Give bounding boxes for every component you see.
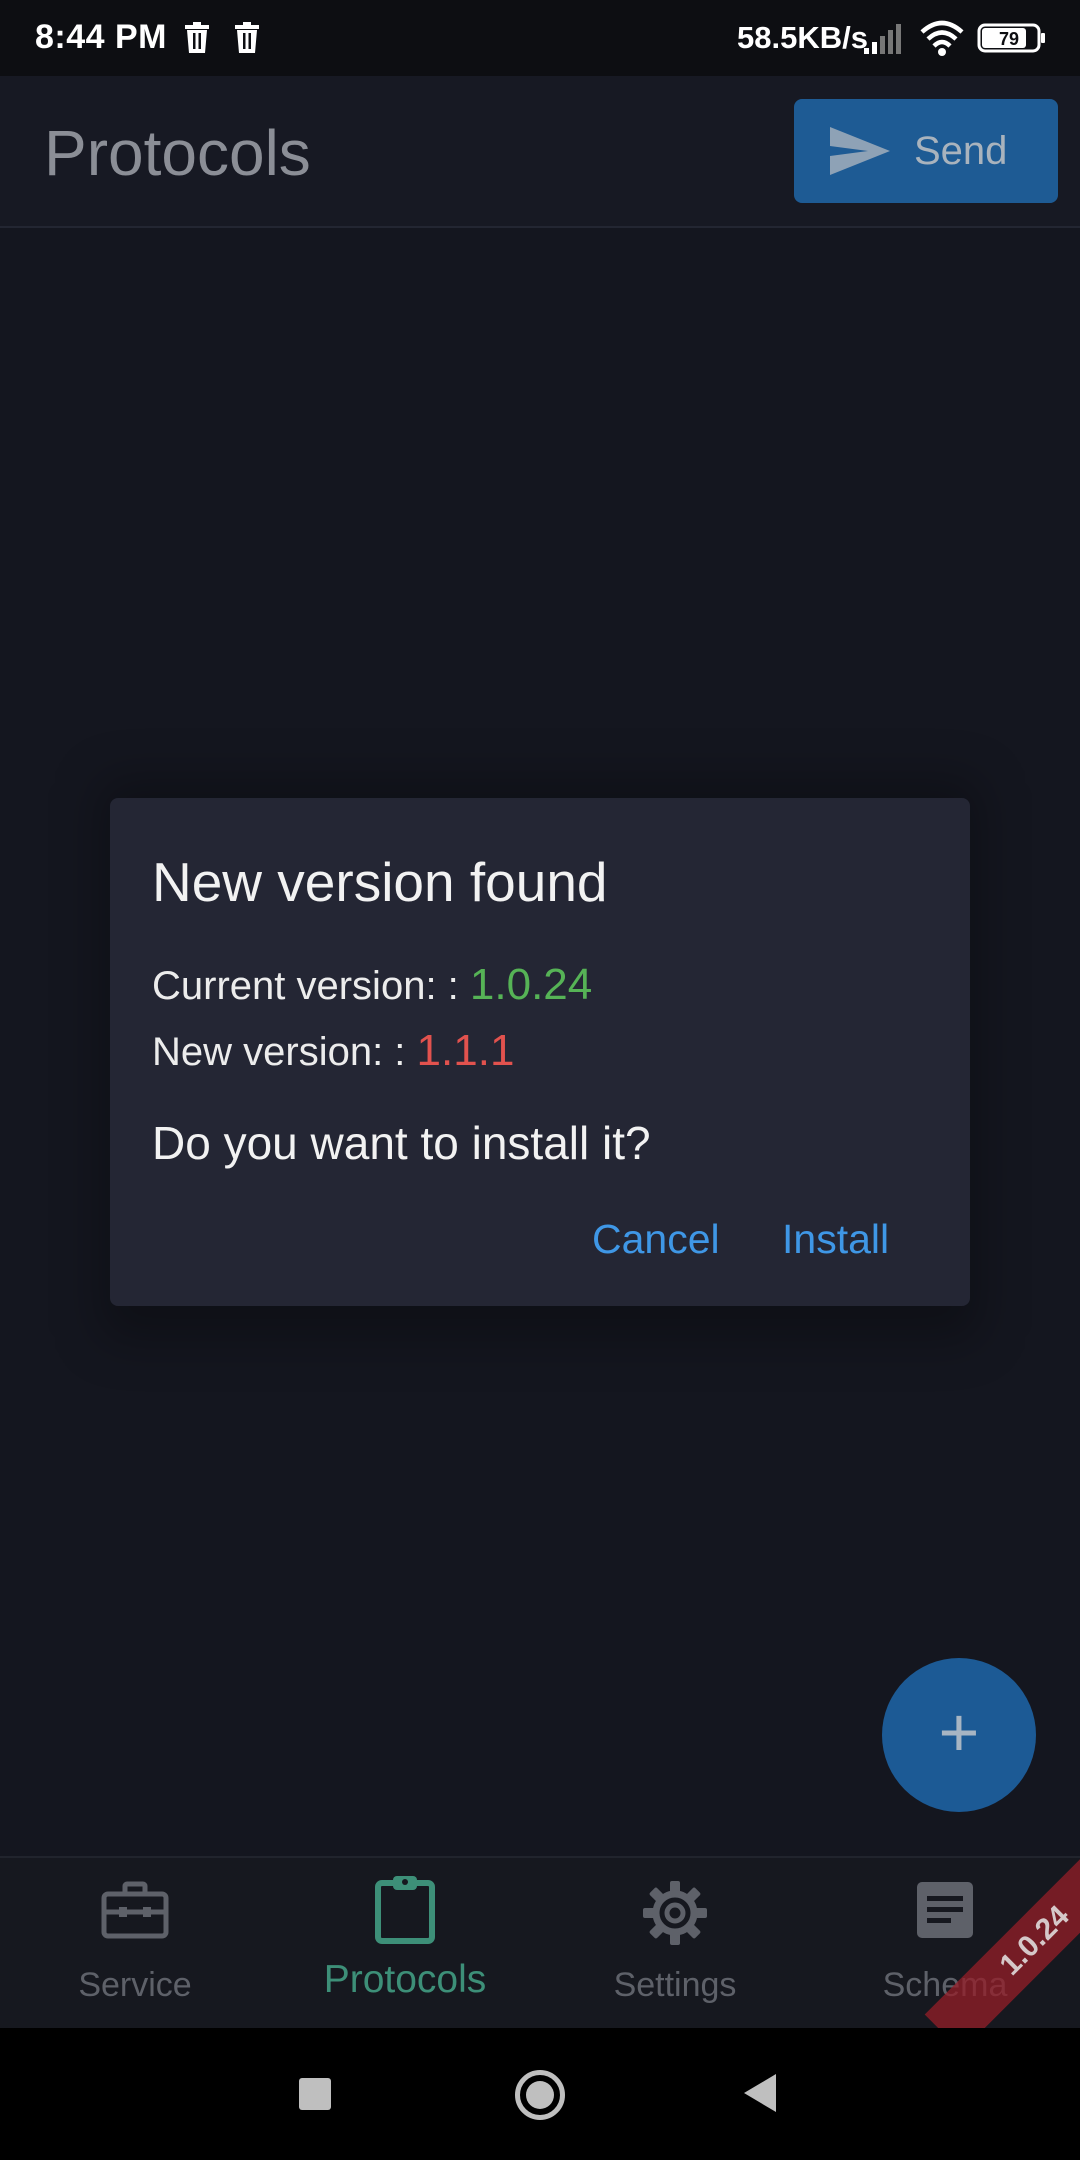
add-protocol-button[interactable]: +: [882, 1658, 1036, 1812]
cancel-button[interactable]: Cancel: [592, 1216, 720, 1263]
page-title: Protocols: [44, 117, 311, 189]
nav-item-settings[interactable]: Settings: [540, 1858, 810, 2030]
trash-icon: [185, 22, 209, 53]
network-speed: 58.5KB/s: [737, 20, 868, 55]
app-bar: Protocols Send: [0, 76, 1080, 228]
current-version-label: Current version: :: [152, 964, 459, 1008]
current-version-value: 1.0.24: [469, 960, 593, 1009]
toolbox-icon: [101, 1881, 169, 1939]
current-version-line: Current version: : 1.0.24: [152, 960, 592, 1010]
gear-icon: [643, 1881, 707, 1945]
system-nav-bar: [0, 2028, 1080, 2160]
document-icon: [917, 1882, 973, 1938]
trash-icon: [235, 22, 259, 53]
screen: 8:44 PM 58.5KB/s 79 Protocols Send New v…: [0, 0, 1080, 2160]
wifi-icon: [920, 20, 964, 56]
nav-label-settings: Settings: [613, 1966, 737, 2004]
bottom-nav: Service Protocols Settings Schema: [0, 1856, 1080, 2030]
status-bar: 8:44 PM 58.5KB/s 79: [0, 0, 1080, 76]
install-question: Do you want to install it?: [152, 1117, 651, 1169]
status-time: 8:44 PM: [35, 18, 167, 56]
update-dialog: New version found Current version: : 1.0…: [110, 798, 970, 1306]
send-icon: [830, 127, 890, 175]
plus-icon: +: [938, 1693, 980, 1771]
home-button[interactable]: [515, 2070, 565, 2120]
battery-level: 79: [999, 29, 1019, 49]
nav-label-service: Service: [78, 1966, 192, 2004]
new-version-label: New version: :: [152, 1030, 406, 1074]
nav-item-service[interactable]: Service: [0, 1858, 270, 2030]
signal-icon: [864, 24, 901, 54]
send-button[interactable]: Send: [794, 99, 1058, 203]
back-button[interactable]: [744, 2074, 776, 2112]
dialog-title: New version found: [152, 851, 608, 913]
battery-icon: 79: [977, 23, 1045, 53]
new-version-value: 1.1.1: [416, 1026, 515, 1075]
nav-label-protocols: Protocols: [323, 1958, 487, 2001]
recents-button[interactable]: [299, 2078, 331, 2110]
send-label: Send: [914, 129, 1008, 173]
clipboard-icon: [375, 1876, 435, 1944]
nav-item-protocols[interactable]: Protocols: [270, 1858, 540, 2030]
install-button[interactable]: Install: [782, 1216, 889, 1263]
new-version-line: New version: : 1.1.1: [152, 1026, 514, 1076]
